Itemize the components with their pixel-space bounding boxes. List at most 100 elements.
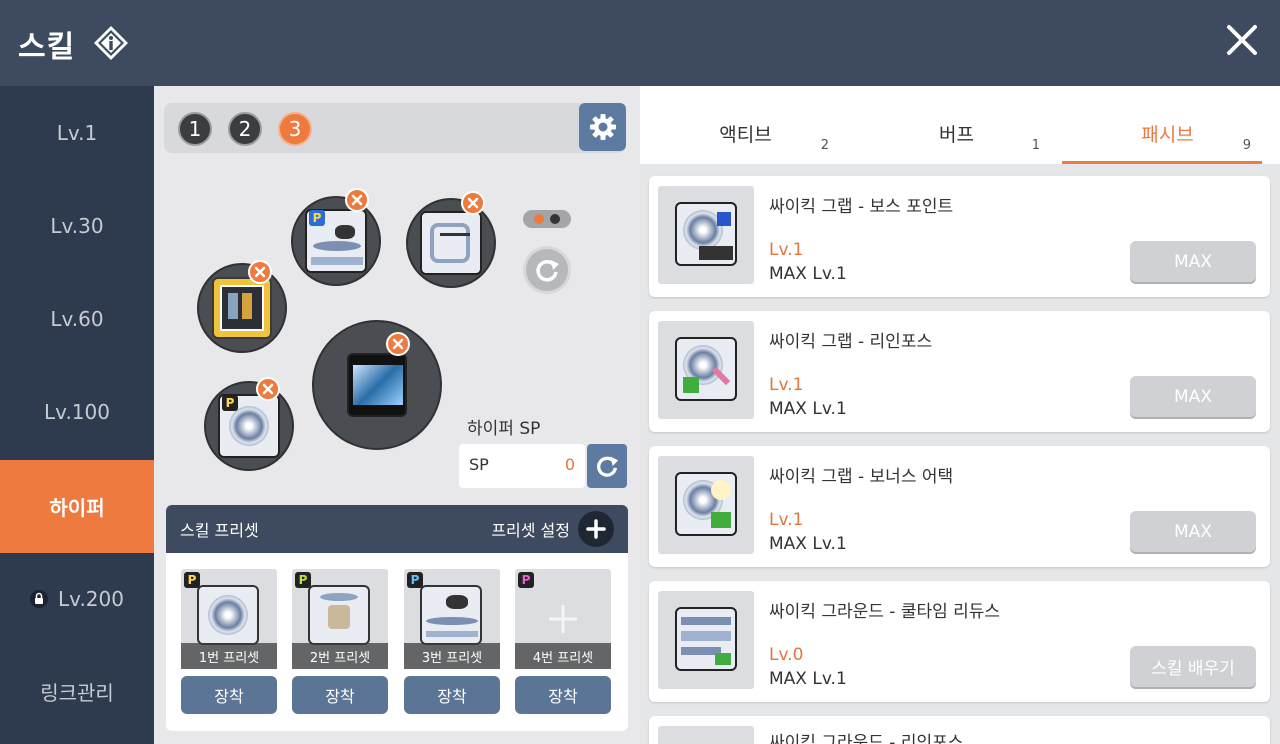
sp-label: SP xyxy=(469,455,489,474)
equip-button[interactable]: 장착 xyxy=(181,676,277,714)
skill-icon-frame xyxy=(658,726,754,744)
nav-item-hyper[interactable]: 하이퍼 xyxy=(0,460,154,553)
hyper-skill-slot[interactable]: P xyxy=(204,381,294,471)
sp-value: 0 xyxy=(564,455,575,474)
preset-caption: 1번 프리셋 xyxy=(181,643,277,669)
hyper-sp-title: 하이퍼 SP xyxy=(467,419,541,439)
settings-button[interactable] xyxy=(579,103,626,151)
nav-item-label: 링크관리 xyxy=(40,681,114,705)
max-button[interactable]: MAX xyxy=(1130,511,1256,552)
refresh-icon xyxy=(536,260,559,282)
refresh-icon xyxy=(597,456,619,477)
hyper-skill-slot-large[interactable] xyxy=(312,320,442,450)
remove-icon xyxy=(262,383,274,395)
tab-label: 액티브 xyxy=(719,124,772,146)
reset-skills-button[interactable] xyxy=(523,246,571,294)
hyper-skill-slot[interactable]: P xyxy=(291,196,381,286)
nav-item-label: Lv.60 xyxy=(50,306,104,331)
max-button[interactable]: MAX xyxy=(1130,376,1256,417)
skill-icon xyxy=(420,211,482,275)
tab-count: 2 xyxy=(820,138,829,153)
preset-slot-1[interactable]: P 1번 프리셋 xyxy=(181,569,277,669)
skill-name: 싸이킥 그랩 - 보너스 어택 xyxy=(769,467,954,487)
skill-level: Lv.1 xyxy=(769,240,804,260)
tab-passive[interactable]: 패시브 9 xyxy=(1062,86,1273,164)
preset-number-1[interactable]: 1 xyxy=(178,112,212,146)
learn-skill-button[interactable]: 스킬 배우기 xyxy=(1130,646,1256,687)
preset-settings-label[interactable]: 프리셋 설정 xyxy=(491,517,570,541)
passive-badge: P xyxy=(222,395,238,411)
preset-number-2[interactable]: 2 xyxy=(228,112,262,146)
preset-slot-3[interactable]: P 3번 프리셋 xyxy=(404,569,500,669)
plus-icon xyxy=(586,519,606,539)
sp-reset-button[interactable] xyxy=(587,444,627,488)
skill-level: Lv.1 xyxy=(769,375,804,395)
skill-icon xyxy=(347,353,407,417)
header-bar: 스킬 xyxy=(0,0,1280,86)
remove-skill-button[interactable] xyxy=(386,332,410,356)
skill-level: Lv.0 xyxy=(769,645,804,665)
nav-item-lv60[interactable]: Lv.60 xyxy=(0,272,154,365)
remove-skill-button[interactable] xyxy=(256,377,280,401)
remove-skill-button[interactable] xyxy=(461,191,485,215)
skill-icon-frame xyxy=(658,456,754,554)
preset-caption: 3번 프리셋 xyxy=(404,643,500,669)
preset-panel-title: 스킬 프리셋 xyxy=(180,521,259,540)
skill-level: Lv.1 xyxy=(769,510,804,530)
tab-label: 버프 xyxy=(939,124,974,146)
passive-badge: P xyxy=(407,572,423,588)
skill-icon xyxy=(197,585,259,645)
active-tab-underline xyxy=(1062,161,1262,164)
preset-slot-2[interactable]: P 2번 프리셋 xyxy=(292,569,388,669)
hyper-skill-panel: 1 2 3 P P 하이퍼 SP SP 0 스킬 프리셋 프리셋 설정 P 1번… xyxy=(154,86,640,744)
equip-button[interactable]: 장착 xyxy=(404,676,500,714)
skill-icon xyxy=(675,202,737,266)
nav-item-label: Lv.1 xyxy=(56,120,98,145)
preset-slot-4[interactable]: P 4번 프리셋 xyxy=(515,569,611,669)
nav-item-link[interactable]: 링크관리 xyxy=(0,645,154,738)
hyper-skill-slot[interactable] xyxy=(197,263,287,353)
skill-card: 싸이킥 그라운드 - 리인포스 xyxy=(649,716,1270,744)
nav-item-label: Lv.200 xyxy=(58,586,124,611)
info-icon[interactable] xyxy=(93,25,129,61)
skill-max-level: MAX Lv.1 xyxy=(769,399,847,419)
skill-name: 싸이킥 그랩 - 리인포스 xyxy=(769,332,933,352)
level-nav: Lv.1 Lv.30 Lv.60 Lv.100 하이퍼 Lv.200 링크관리 xyxy=(0,86,154,744)
remove-skill-button[interactable] xyxy=(248,260,272,284)
max-button[interactable]: MAX xyxy=(1130,241,1256,282)
preset-number-bar: 1 2 3 xyxy=(164,103,626,153)
skill-name: 싸이킥 그라운드 - 쿨타임 리듀스 xyxy=(769,602,1001,622)
passive-badge: P xyxy=(518,572,534,588)
remove-skill-button[interactable] xyxy=(345,188,369,212)
passive-badge: P xyxy=(295,572,311,588)
remove-icon xyxy=(254,266,266,278)
nav-item-lv200[interactable]: Lv.200 xyxy=(0,552,154,645)
nav-item-lv100[interactable]: Lv.100 xyxy=(0,365,154,458)
skill-max-level: MAX Lv.1 xyxy=(769,534,847,554)
plus-icon xyxy=(549,605,577,633)
skill-card: 싸이킥 그라운드 - 쿨타임 리듀스 Lv.0 MAX Lv.1 스킬 배우기 xyxy=(649,581,1270,702)
skill-icon-frame xyxy=(658,591,754,689)
preset-number-3[interactable]: 3 xyxy=(278,112,312,146)
tab-count: 1 xyxy=(1031,138,1040,153)
tab-buff[interactable]: 버프 1 xyxy=(851,86,1062,164)
tab-label: 패시브 xyxy=(1141,124,1194,146)
skill-max-level: MAX Lv.1 xyxy=(769,264,847,284)
close-icon[interactable] xyxy=(1220,18,1264,62)
skill-icon-frame xyxy=(658,321,754,419)
equip-button[interactable]: 장착 xyxy=(515,676,611,714)
skill-icon xyxy=(675,472,737,536)
page-indicator-toggle[interactable] xyxy=(523,210,571,228)
skill-card: 싸이킥 그랩 - 보스 포인트 Lv.1 MAX Lv.1 MAX xyxy=(649,176,1270,297)
preset-caption: 2번 프리셋 xyxy=(292,643,388,669)
nav-item-lv30[interactable]: Lv.30 xyxy=(0,179,154,272)
remove-icon xyxy=(392,338,404,350)
nav-item-label: Lv.100 xyxy=(44,399,110,424)
nav-item-lv1[interactable]: Lv.1 xyxy=(0,86,154,179)
skill-name: 싸이킥 그랩 - 보스 포인트 xyxy=(769,197,954,217)
add-preset-button[interactable] xyxy=(578,511,614,547)
preset-caption: 4번 프리셋 xyxy=(515,643,611,669)
skill-max-level: MAX Lv.1 xyxy=(769,669,847,689)
tab-active[interactable]: 액티브 2 xyxy=(640,86,851,164)
equip-button[interactable]: 장착 xyxy=(292,676,388,714)
